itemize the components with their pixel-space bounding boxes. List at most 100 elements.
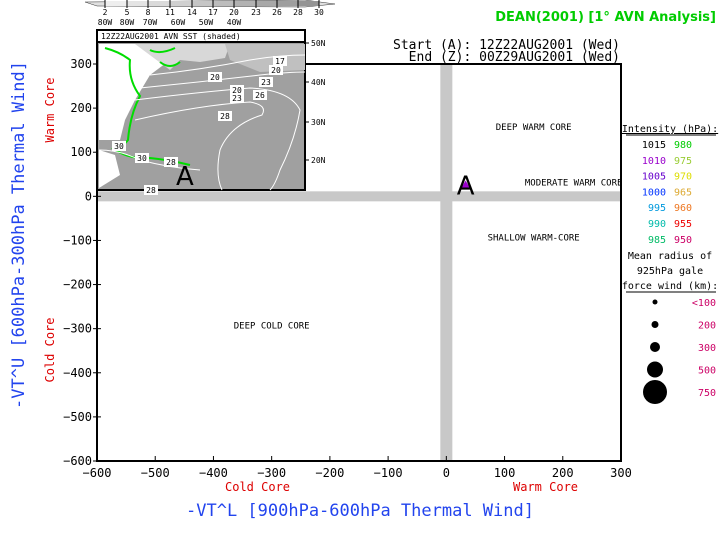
y-tick-label: 300 bbox=[70, 57, 92, 71]
zero-y-band bbox=[97, 191, 621, 202]
inset-lon-label: 50W bbox=[199, 18, 214, 27]
end-label: End (Z): 00Z29AUG2001 (Wed) bbox=[409, 50, 620, 65]
y-tick-label: −300 bbox=[63, 322, 92, 336]
x-tick-label: 0 bbox=[443, 466, 450, 480]
inset-lon-label: 40W bbox=[227, 18, 242, 27]
colorbar-segment bbox=[234, 1, 256, 6]
chart-title: DEAN(2001) [1° AVN Analysis] bbox=[495, 10, 716, 25]
y-tick-label: −600 bbox=[63, 454, 92, 468]
y-axis-ticks: 300 200 100 0 −100 −200 −300 −400 −500 −600 bbox=[63, 57, 101, 468]
contour-label: 30 bbox=[114, 142, 124, 151]
legend-intensity-value: 960 bbox=[674, 203, 692, 214]
legend-intensity-value: 975 bbox=[674, 156, 692, 167]
inset-lat-labels: 50N 40N 30N 20N bbox=[305, 39, 326, 165]
colorbar-tick-label: 20 bbox=[229, 8, 239, 17]
cyclone-phase-chart: −600 −500 −400 −300 −200 −100 0 100 200 300 30020… bbox=[9, 0, 718, 521]
contour-label: 20 bbox=[210, 73, 220, 82]
legend-radius-rows: <100 200 300 500 750 bbox=[643, 298, 716, 404]
x-axis-ticks: −600 −500 −400 −300 −200 −100 0 100 200 300 bbox=[83, 456, 632, 480]
colorbar-tick-label: 17 bbox=[208, 8, 218, 17]
colorbar-tick-label: 23 bbox=[251, 8, 261, 17]
x-cold-core-label: Cold Core bbox=[225, 480, 290, 494]
legend-intensity-value: 995 bbox=[648, 203, 666, 214]
inset-lat-label: 50N bbox=[311, 39, 326, 48]
x-tick-label: 200 bbox=[552, 466, 574, 480]
y-tick-label: 200 bbox=[70, 101, 92, 115]
track-points: A bbox=[457, 172, 475, 202]
inset-lon-label: 80W bbox=[120, 18, 135, 27]
sst-colorbar: 2 5 8 11 14 17 20 23 26 28 30 bbox=[84, 0, 336, 17]
x-tick-label: −200 bbox=[315, 466, 344, 480]
colorbar-tick-label: 11 bbox=[165, 8, 175, 17]
inset-lat-label: 40N bbox=[311, 78, 326, 87]
inset-storm-marker: A bbox=[176, 162, 194, 192]
legend-radius-title-2: 925hPa gale bbox=[637, 266, 703, 277]
x-tick-label: −600 bbox=[83, 466, 112, 480]
y-tick-label: 0 bbox=[85, 189, 92, 203]
y-warm-core-label: Warm Core bbox=[43, 77, 57, 142]
region-label: DEEP WARM CORE bbox=[496, 123, 572, 133]
colorbar-tick-label: 14 bbox=[187, 8, 197, 17]
legend-intensity-value: 965 bbox=[674, 187, 692, 198]
inset-lon-labels: 80W 80W 70W 60W 50W 40W bbox=[98, 18, 242, 27]
colorbar-tick-label: 8 bbox=[146, 8, 151, 17]
legend-intensity-value: 950 bbox=[674, 235, 692, 246]
legend-radius-value: <100 bbox=[692, 298, 716, 309]
inset-map: 12Z22AUG2001 AVN SST (shaded) 17 20 20 23 20… bbox=[84, 0, 336, 195]
legend-radius-value: 500 bbox=[698, 366, 716, 377]
legend-radius-title-1: Mean radius of bbox=[628, 251, 712, 262]
contour-label: 28 bbox=[220, 112, 230, 121]
colorbar-segment bbox=[105, 1, 127, 6]
x-tick-label: 100 bbox=[494, 466, 516, 480]
colorbar-segment bbox=[213, 1, 234, 6]
contour-label: 17 bbox=[275, 57, 285, 66]
x-tick-label: −400 bbox=[199, 466, 228, 480]
colorbar-segment bbox=[277, 1, 298, 6]
legend-radius-dot bbox=[651, 321, 659, 328]
inset-title: 12Z22AUG2001 AVN SST (shaded) bbox=[101, 32, 241, 41]
legend-intensity-value: 990 bbox=[648, 219, 666, 230]
contour-label: 28 bbox=[146, 186, 156, 195]
x-tick-label: −500 bbox=[141, 466, 170, 480]
y-tick-label: −400 bbox=[63, 366, 92, 380]
inset-lat-label: 20N bbox=[311, 156, 326, 165]
x-tick-label: 300 bbox=[610, 466, 632, 480]
legend-radius-dot bbox=[650, 342, 660, 352]
legend-radius-dot bbox=[647, 361, 663, 378]
colorbar-segment bbox=[127, 1, 148, 6]
zero-x-band bbox=[440, 64, 453, 461]
legend-radius-dot bbox=[652, 299, 658, 305]
colorbar-segment bbox=[298, 1, 319, 6]
y-cold-core-label: Cold Core bbox=[43, 317, 57, 382]
legend-intensity-rows: 1015 980 1010 975 1005 970 1000 965 995 960 990 955… bbox=[642, 140, 692, 246]
region-label: SHALLOW WARM-CORE bbox=[488, 233, 580, 243]
legend-intensity-value: 1005 bbox=[642, 172, 666, 183]
legend-radius-value: 750 bbox=[698, 388, 716, 399]
x-axis-title: -VT^L [900hPa-600hPa Thermal Wind] bbox=[186, 501, 534, 521]
colorbar-tick-label: 5 bbox=[125, 8, 130, 17]
colorbar-segment bbox=[170, 1, 192, 6]
colorbar-segment bbox=[256, 1, 277, 6]
x-warm-core-label: Warm Core bbox=[513, 480, 578, 494]
inset-lon-label: 60W bbox=[171, 18, 186, 27]
contour-label: 23 bbox=[261, 78, 271, 87]
colorbar-segment bbox=[192, 1, 213, 6]
legend-intensity-value: 955 bbox=[674, 219, 692, 230]
y-tick-label: 100 bbox=[70, 145, 92, 159]
legend-radius-value: 300 bbox=[698, 343, 716, 354]
region-label: DEEP COLD CORE bbox=[234, 322, 310, 332]
y-tick-label: −200 bbox=[63, 278, 92, 292]
colorbar-tick-label: 26 bbox=[272, 8, 282, 17]
legend-radius-title-3: force wind (km): bbox=[622, 281, 718, 292]
legend-intensity-value: 985 bbox=[648, 235, 666, 246]
y-tick-label: −500 bbox=[63, 410, 92, 424]
legend-radius-dot bbox=[643, 380, 667, 404]
colorbar-tick-label: 2 bbox=[103, 8, 108, 17]
track-point-marker: A bbox=[457, 172, 475, 202]
y-tick-label: −100 bbox=[63, 233, 92, 247]
contour-label: 30 bbox=[137, 154, 147, 163]
x-tick-label: −300 bbox=[257, 466, 286, 480]
contour-label: 26 bbox=[255, 91, 265, 100]
legend-radius-value: 200 bbox=[698, 321, 716, 332]
legend-intensity-value: 1010 bbox=[642, 156, 666, 167]
